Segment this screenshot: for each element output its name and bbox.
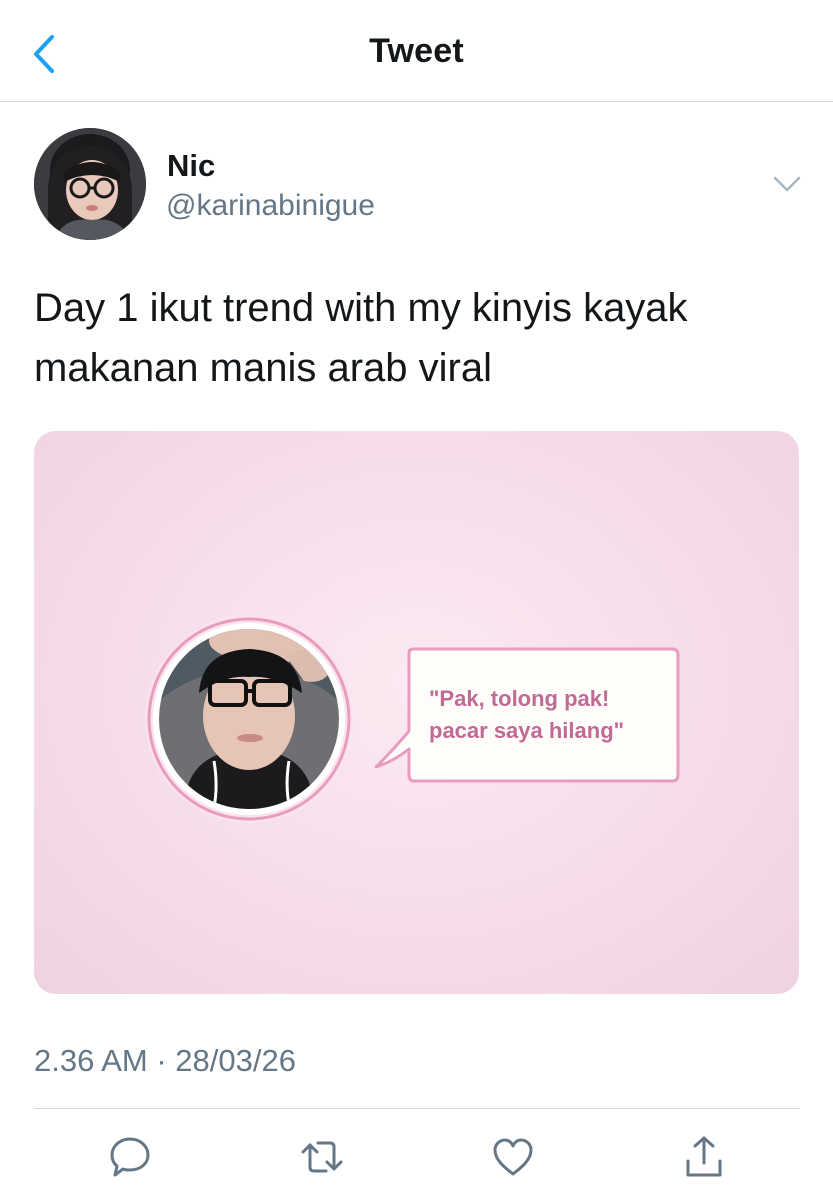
avatar-photo: [34, 128, 146, 240]
share-icon[interactable]: [680, 1133, 728, 1181]
divider: [34, 1108, 800, 1109]
page-title: Tweet: [369, 32, 464, 70]
tweet-media[interactable]: "Pak, tolong pak! pacar saya hilang": [34, 431, 799, 994]
avatar[interactable]: [34, 128, 146, 240]
reply-icon[interactable]: [106, 1133, 154, 1181]
top-bar: Tweet: [0, 0, 833, 102]
user-handle[interactable]: @karinabinigue: [166, 189, 375, 223]
like-icon[interactable]: [489, 1133, 537, 1181]
tweet-text: Day 1 ikut trend with my kinyis kayak ma…: [34, 286, 688, 390]
tweet-timestamp: 2.36 AM · 28/03/26: [34, 1043, 296, 1078]
retweet-icon[interactable]: [298, 1133, 346, 1181]
chevron-down-icon[interactable]: [772, 173, 802, 195]
display-name[interactable]: Nic: [167, 148, 215, 184]
speech-bubble-text: "Pak, tolong pak! pacar saya hilang": [429, 686, 625, 743]
media-illustration: [145, 615, 680, 823]
